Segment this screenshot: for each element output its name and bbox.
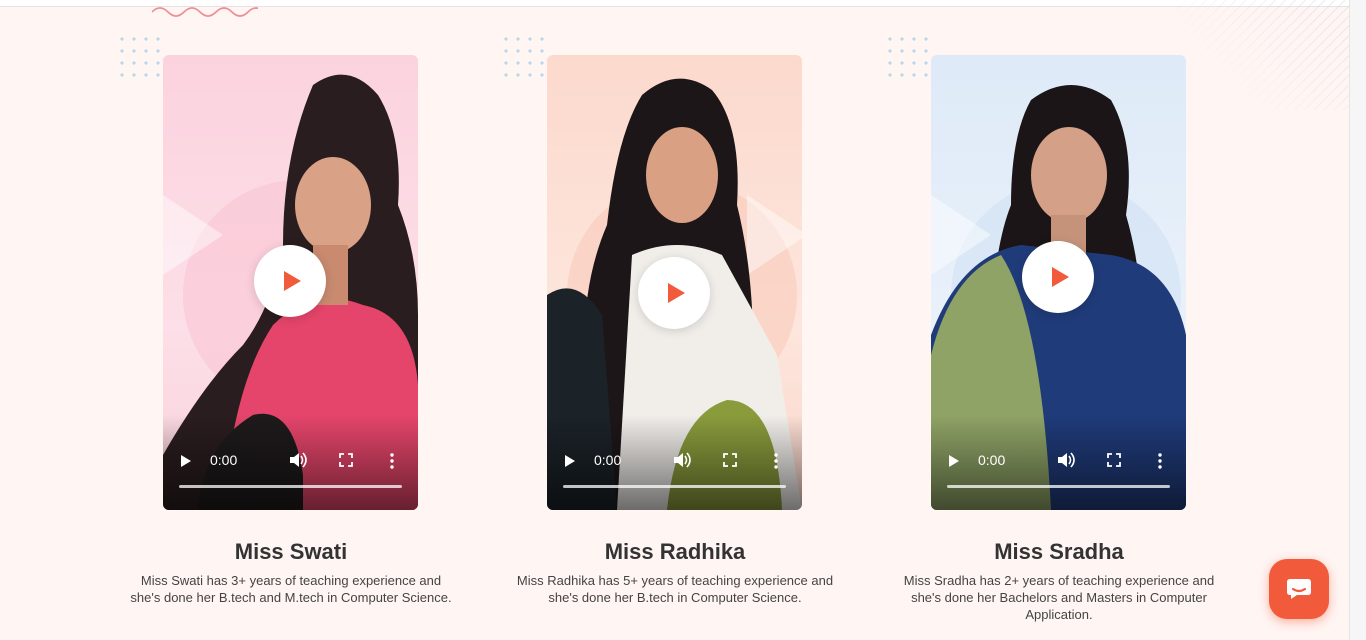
video-controls: 0:00	[163, 415, 418, 510]
play-button[interactable]	[254, 245, 326, 317]
teacher-description: Miss Sradha has 2+ years of teaching exp…	[903, 573, 1215, 622]
teacher-info: Miss Radhika Miss Radhika has 5+ years o…	[510, 538, 840, 606]
play-button[interactable]	[1022, 241, 1094, 313]
dots-decoration	[884, 33, 932, 81]
video-controls: 0:00	[931, 415, 1186, 510]
fullscreen-icon[interactable]	[1107, 453, 1121, 467]
volume-icon[interactable]	[1057, 452, 1075, 468]
wave-decoration	[152, 7, 258, 17]
video-time: 0:00	[210, 452, 238, 468]
play-icon	[668, 283, 685, 303]
volume-icon[interactable]	[289, 452, 307, 468]
play-icon	[1052, 267, 1069, 287]
teacher-video-card[interactable]: 0:00	[547, 55, 802, 510]
play-icon	[284, 271, 301, 291]
more-vertical-icon[interactable]	[773, 453, 779, 469]
video-progress-bar[interactable]	[179, 485, 402, 488]
video-progress-bar[interactable]	[563, 485, 786, 488]
teacher-name: Miss Radhika	[604, 539, 746, 564]
more-vertical-icon[interactable]	[389, 453, 395, 469]
dots-decoration	[116, 33, 164, 81]
teacher-description: Miss Swati has 3+ years of teaching expe…	[130, 573, 452, 605]
teacher-info: Miss Sradha Miss Sradha has 2+ years of …	[894, 538, 1224, 623]
play-icon[interactable]	[181, 455, 191, 467]
teacher-video-card[interactable]: 0:00	[931, 55, 1186, 510]
video-time: 0:00	[594, 452, 622, 468]
chat-button[interactable]	[1269, 559, 1329, 619]
video-time: 0:00	[978, 452, 1006, 468]
stripe-decoration	[1176, 0, 1366, 110]
dots-decoration	[500, 33, 548, 81]
chat-icon	[1287, 579, 1311, 599]
play-button[interactable]	[638, 257, 710, 329]
video-controls: 0:00	[547, 415, 802, 510]
play-icon[interactable]	[949, 455, 959, 467]
fullscreen-icon[interactable]	[339, 453, 353, 467]
play-icon[interactable]	[565, 455, 575, 467]
fullscreen-icon[interactable]	[723, 453, 737, 467]
video-progress-bar[interactable]	[947, 485, 1170, 488]
teacher-description: Miss Radhika has 5+ years of teaching ex…	[516, 573, 834, 605]
teacher-name: Miss Swati	[234, 539, 348, 564]
teacher-name: Miss Sradha	[994, 539, 1124, 564]
volume-icon[interactable]	[673, 452, 691, 468]
more-vertical-icon[interactable]	[1157, 453, 1163, 469]
teacher-info: Miss Swati Miss Swati has 3+ years of te…	[126, 538, 456, 606]
teacher-video-card[interactable]: 0:00	[163, 55, 418, 510]
page-scrollbar[interactable]	[1349, 0, 1366, 640]
